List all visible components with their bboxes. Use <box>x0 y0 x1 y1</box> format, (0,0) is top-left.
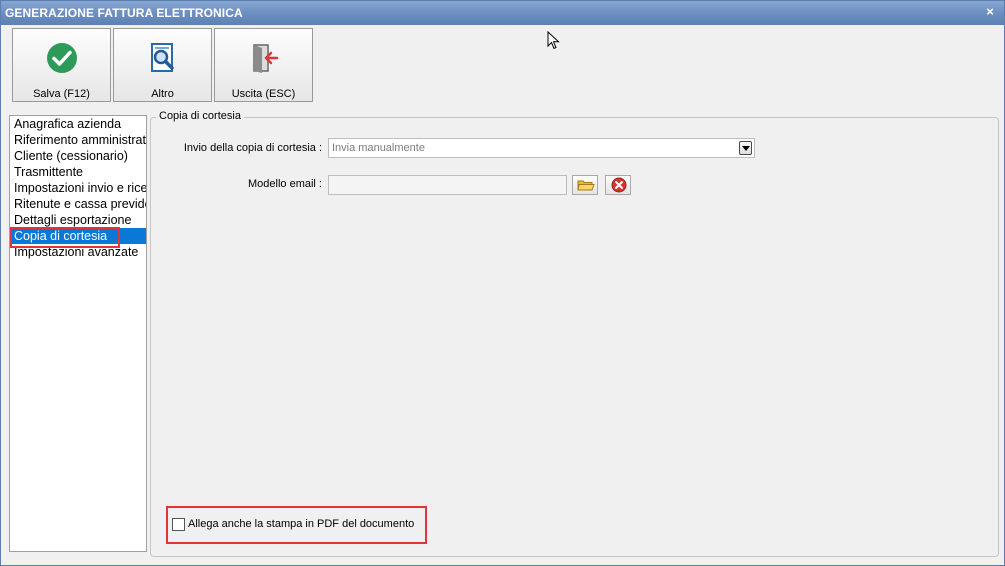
invio-copia-select[interactable]: Invia manualmente <box>328 138 755 158</box>
exit-door-icon <box>252 44 278 73</box>
nav-item-anagrafica-azienda[interactable]: Anagrafica azienda <box>10 116 146 132</box>
close-button[interactable]: × <box>982 4 998 20</box>
checkmark-icon <box>46 43 77 73</box>
cancel-icon <box>611 177 627 193</box>
folder-icon <box>577 180 595 191</box>
save-button[interactable]: Salva (F12) <box>12 28 111 102</box>
nav-item-dettagli-esportazione[interactable]: Dettagli esportazione <box>10 212 146 228</box>
window-title: GENERAZIONE FATTURA ELETTRONICA <box>5 6 243 20</box>
document-search-icon <box>150 43 174 72</box>
save-button-label: Salva (F12) <box>33 88 90 100</box>
altro-button[interactable]: Altro <box>113 28 212 102</box>
browse-button[interactable] <box>572 175 598 195</box>
nav-item-ritenute-cassa[interactable]: Ritenute e cassa previdenziale <box>10 196 146 212</box>
exit-button-label: Uscita (ESC) <box>231 88 296 100</box>
title-bar[interactable]: GENERAZIONE FATTURA ELETTRONICA × <box>1 1 1004 25</box>
invio-label: Invio della copia di cortesia : <box>183 142 322 154</box>
mouse-cursor-icon <box>547 31 560 50</box>
modello-email-field[interactable] <box>328 175 567 195</box>
nav-item-copia-di-cortesia[interactable]: Copia di cortesia <box>10 228 146 244</box>
clear-button[interactable] <box>605 175 631 195</box>
section-list: Anagrafica azienda Riferimento amministr… <box>9 115 147 552</box>
nav-item-impostazioni-invio[interactable]: Impostazioni invio e ricezione <box>10 180 146 196</box>
allega-pdf-checkbox[interactable] <box>172 518 185 531</box>
chevron-down-icon[interactable] <box>739 141 752 155</box>
nav-item-trasmittente[interactable]: Trasmittente <box>10 164 146 180</box>
nav-item-impostazioni-avanzate[interactable]: Impostazioni avanzate <box>10 244 146 260</box>
invio-copia-value: Invia manualmente <box>332 142 425 154</box>
nav-item-riferimento-amministrativo[interactable]: Riferimento amministrativo <box>10 132 146 148</box>
altro-button-label: Altro <box>151 88 174 100</box>
group-title: Copia di cortesia <box>156 110 244 122</box>
modello-email-label: Modello email : <box>248 178 322 190</box>
nav-item-cliente[interactable]: Cliente (cessionario) <box>10 148 146 164</box>
exit-button[interactable]: Uscita (ESC) <box>214 28 313 102</box>
allega-pdf-label[interactable]: Allega anche la stampa in PDF del docume… <box>188 518 414 530</box>
